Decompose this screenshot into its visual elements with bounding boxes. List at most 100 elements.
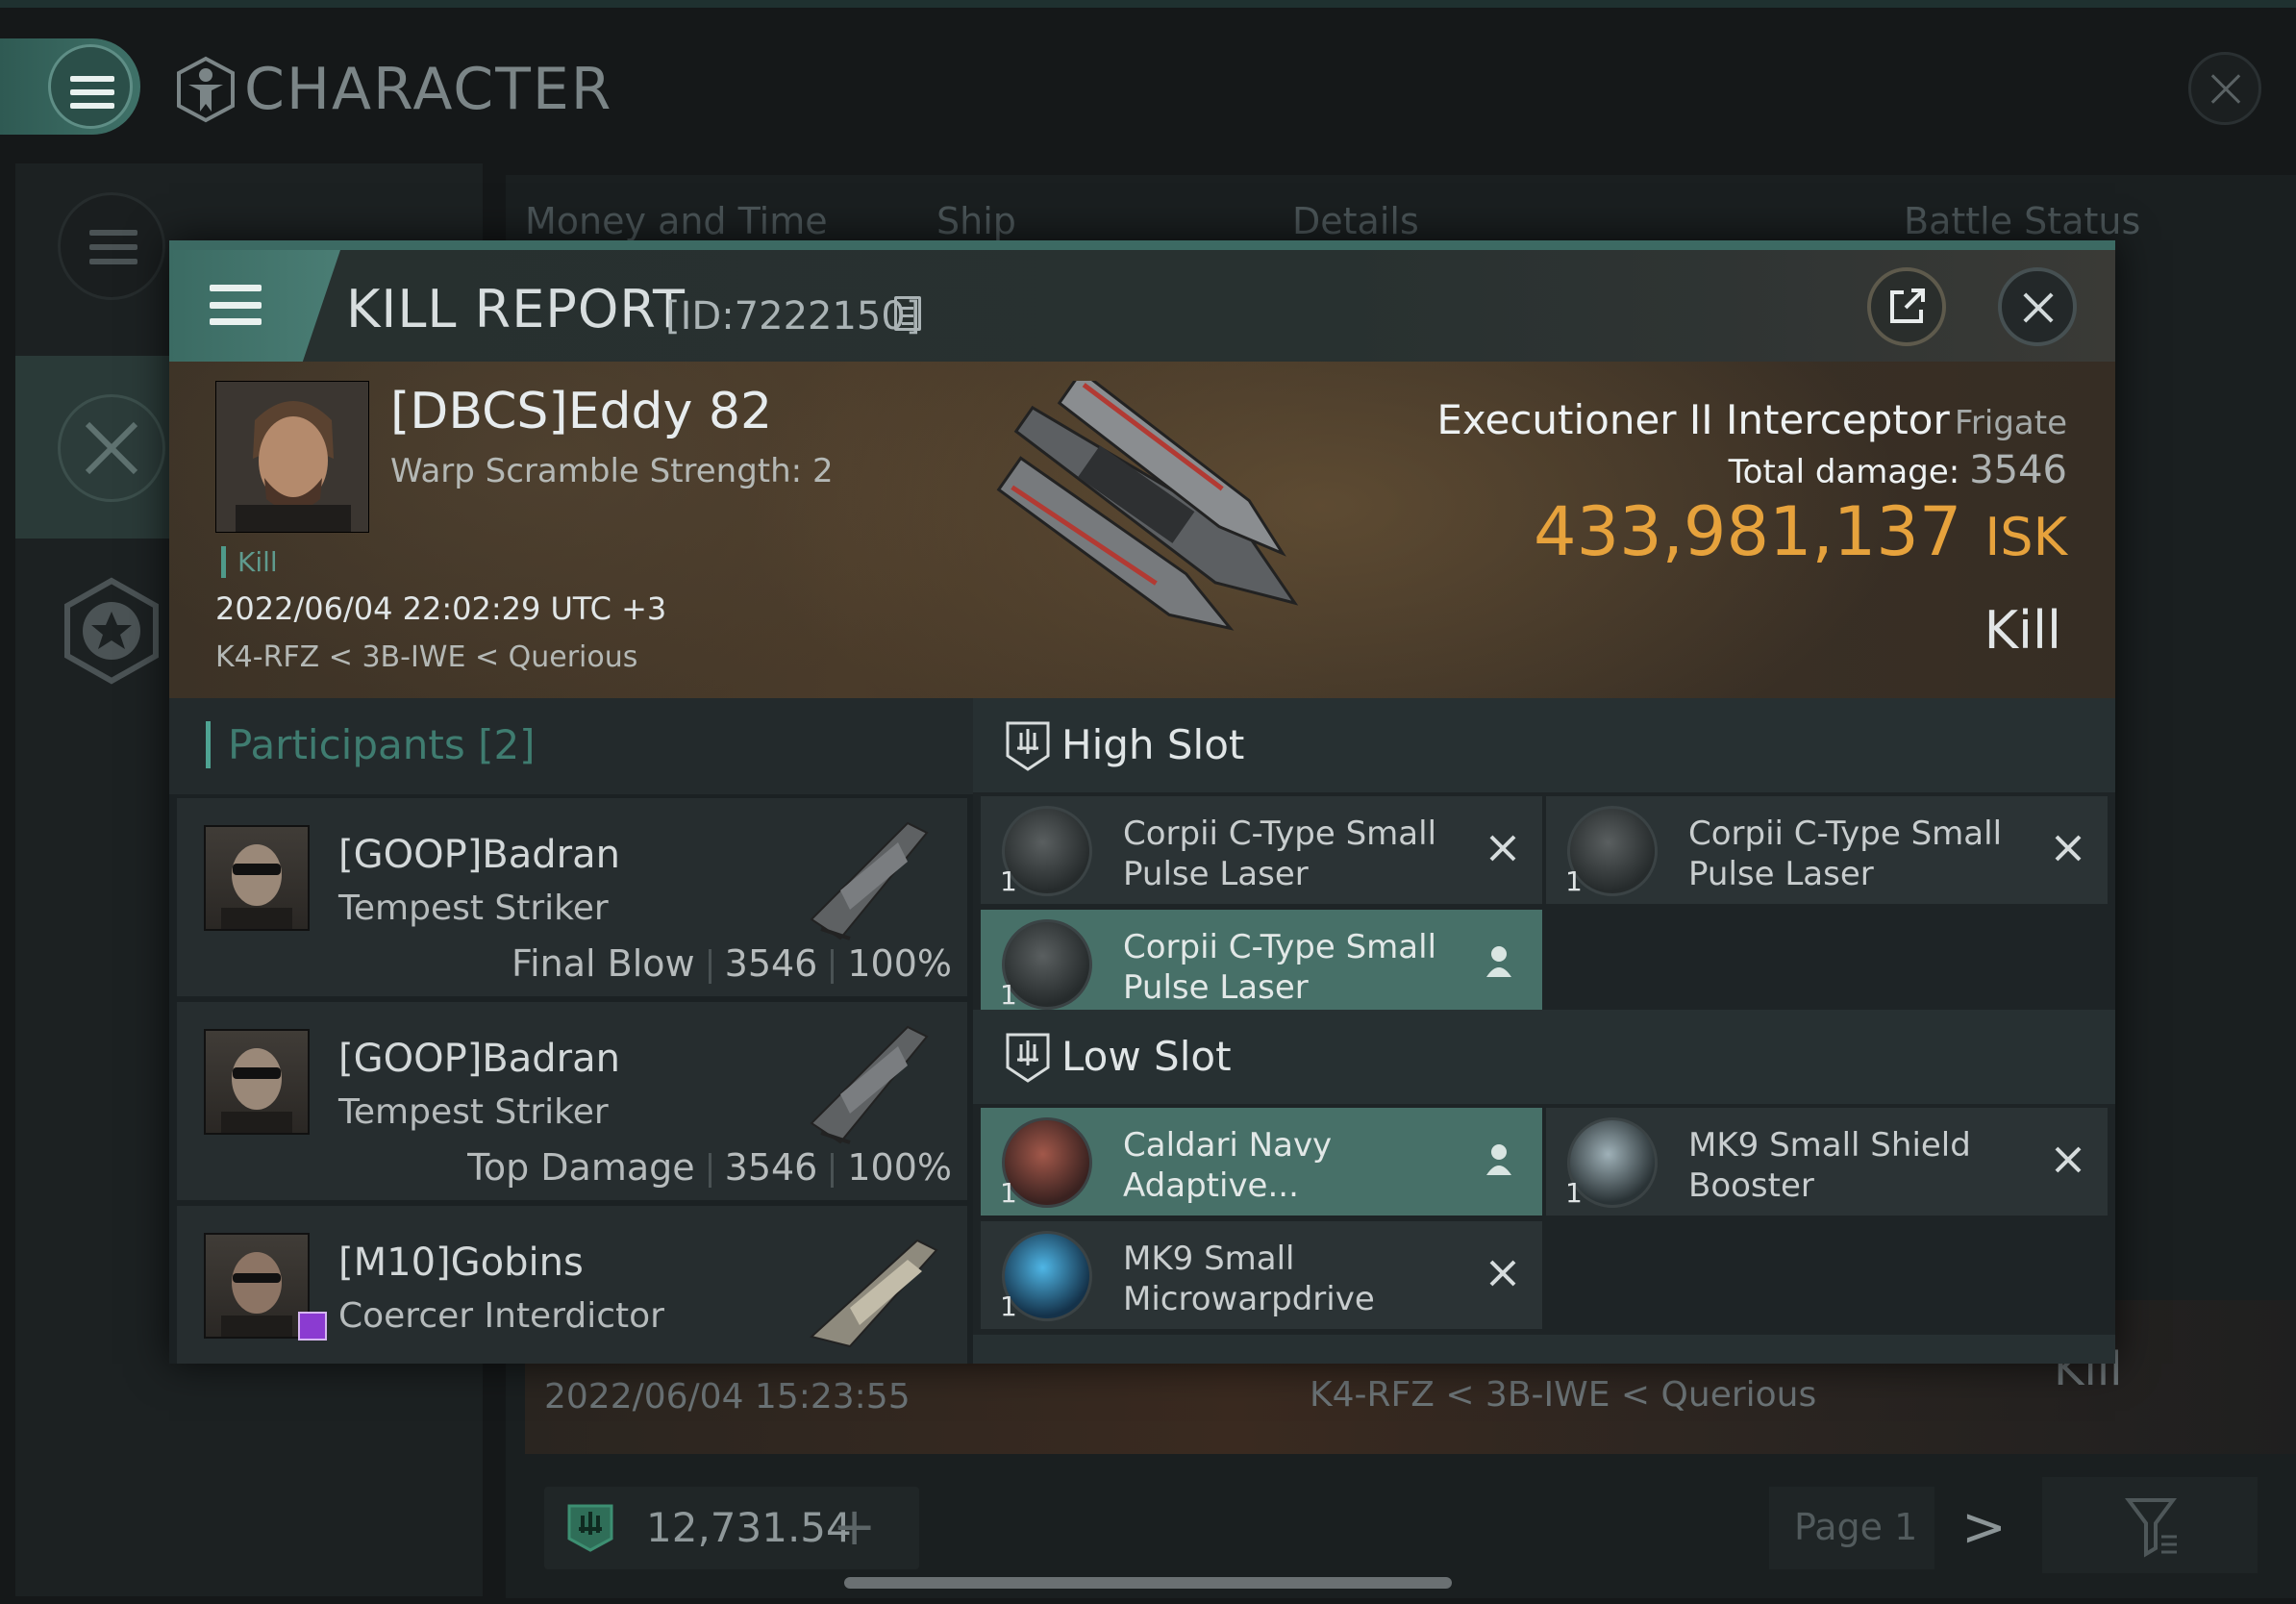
module-name: MK9 Small Microwarpdrive bbox=[1123, 1240, 1375, 1318]
filter-button[interactable] bbox=[2042, 1477, 2258, 1573]
portrait-face-icon bbox=[216, 382, 368, 532]
bg-row-date: 2022/06/04 15:23:55 bbox=[544, 1377, 911, 1416]
module-qty: 1 bbox=[1565, 1177, 1583, 1209]
kill-location[interactable]: K4-RFZ < 3B-IWE < Querious bbox=[215, 640, 637, 674]
participant-damage: 3546 bbox=[724, 942, 818, 985]
page-indicator: Page 1 bbox=[1769, 1487, 1934, 1569]
module-item[interactable]: 1 Corpii C-Type Small Pulse Laser bbox=[1546, 796, 2108, 904]
isk-unit: ISK bbox=[1984, 507, 2067, 567]
top-strip bbox=[0, 0, 2296, 8]
victim-name[interactable]: [DBCS]Eddy 82 bbox=[390, 383, 772, 440]
participants-title: Participants [2] bbox=[206, 721, 536, 768]
participant-row[interactable]: [M10]Gobins Coercer Interdictor bbox=[177, 1206, 967, 1364]
horizontal-scrollbar[interactable] bbox=[844, 1577, 1452, 1589]
modal-menu-button[interactable] bbox=[169, 250, 340, 362]
participant-stats: Top Damage 3546 100% bbox=[467, 1146, 952, 1189]
participants-header: Participants [2] bbox=[169, 698, 973, 794]
modal-title: KILL REPORT bbox=[346, 279, 686, 339]
participant-name[interactable]: [GOOP]Badran bbox=[338, 1037, 620, 1081]
participant-ship-image bbox=[810, 821, 929, 940]
page-label: Page 1 bbox=[1794, 1506, 1918, 1548]
rail-combat-button[interactable] bbox=[58, 394, 165, 502]
share-button[interactable] bbox=[1867, 267, 1946, 346]
col-ship[interactable]: Ship bbox=[936, 200, 1016, 242]
fitting-panel: High Slot 1 Corpii C-Type Small Pulse La… bbox=[973, 698, 2115, 1364]
kill-tag: Kill bbox=[221, 546, 278, 578]
kill-datetime: 2022/06/04 22:02:29 UTC +3 bbox=[215, 590, 667, 627]
victim-ship-image[interactable] bbox=[948, 381, 1352, 669]
participant-row[interactable]: [GOOP]Badran Tempest Striker Top Damage 3… bbox=[177, 1002, 967, 1200]
destroyed-x-icon bbox=[1485, 1256, 1519, 1291]
pilot-face-icon bbox=[221, 1048, 292, 1133]
victim-subtitle: Warp Scramble Strength: 2 bbox=[390, 452, 834, 490]
participants-label: Participants bbox=[228, 721, 465, 768]
module-qty: 1 bbox=[1000, 979, 1017, 1011]
participant-percent: 100% bbox=[847, 1146, 952, 1189]
rail-favorites-button[interactable] bbox=[58, 577, 165, 685]
destroyed-x-icon bbox=[2050, 831, 2084, 865]
participant-name[interactable]: [GOOP]Badran bbox=[338, 833, 620, 877]
close-button[interactable] bbox=[1998, 267, 2077, 346]
participant-ship-image bbox=[809, 1239, 938, 1348]
module-item[interactable]: 1 MK9 Small Microwarpdrive bbox=[981, 1221, 1542, 1329]
module-name: Corpii C-Type Small Pulse Laser bbox=[1123, 815, 1437, 893]
participant-stats: Final Blow 3546 100% bbox=[512, 942, 952, 985]
low-slot-icon bbox=[1006, 1033, 1050, 1083]
participant-ship[interactable]: Tempest Striker bbox=[338, 1092, 609, 1132]
add-balance-button[interactable]: + bbox=[833, 1496, 876, 1557]
modal-header: KILL REPORT [ID:7222150] bbox=[169, 250, 2115, 362]
participant-ship[interactable]: Coercer Interdictor bbox=[338, 1296, 664, 1336]
low-slot-header: Low Slot bbox=[973, 1010, 2115, 1104]
modal-topline bbox=[169, 240, 2115, 250]
report-id: [ID:7222150] bbox=[665, 294, 921, 338]
col-battle-status[interactable]: Battle Status bbox=[1904, 200, 2140, 242]
crossed-swords-icon bbox=[85, 421, 138, 475]
participant-avatar bbox=[204, 1233, 327, 1341]
dropped-person-icon bbox=[1486, 1144, 1511, 1175]
module-name: Caldari Navy Adaptive... bbox=[1123, 1126, 1333, 1205]
module-name: MK9 Small Shield Booster bbox=[1688, 1126, 1971, 1205]
participant-name[interactable]: [M10]Gobins bbox=[338, 1241, 584, 1285]
dropped-person-icon bbox=[1486, 946, 1511, 977]
victim-ship-class: Frigate bbox=[1954, 404, 2067, 442]
victim-panel: [DBCS]Eddy 82 Warp Scramble Strength: 2 … bbox=[169, 362, 2115, 698]
star-badge-icon bbox=[64, 577, 159, 685]
participant-avatar bbox=[204, 1029, 310, 1135]
isk-wallet-icon bbox=[567, 1504, 613, 1552]
total-damage-value: 3546 bbox=[1969, 448, 2067, 492]
high-slot-header: High Slot bbox=[973, 698, 2115, 792]
next-page-button[interactable]: > bbox=[1961, 1496, 2007, 1559]
col-money-time[interactable]: Money and Time bbox=[525, 200, 828, 242]
battle-result: Kill bbox=[1984, 600, 2061, 661]
destroyed-x-icon bbox=[2050, 1142, 2084, 1177]
module-qty: 1 bbox=[1000, 1177, 1017, 1209]
module-item[interactable]: 1 Corpii C-Type Small Pulse Laser bbox=[981, 910, 1542, 1017]
module-item[interactable]: 1 Caldari Navy Adaptive... bbox=[981, 1108, 1542, 1216]
participant-ship-image bbox=[810, 1025, 929, 1144]
app-close-button[interactable] bbox=[2188, 52, 2261, 125]
module-qty: 1 bbox=[1565, 865, 1583, 897]
high-slot-icon bbox=[1006, 721, 1050, 771]
victim-ship-name[interactable]: Executioner II Interceptor bbox=[1436, 396, 1949, 443]
list-icon bbox=[89, 230, 137, 264]
module-item[interactable]: 1 MK9 Small Shield Booster bbox=[1546, 1108, 2108, 1216]
copy-icon[interactable] bbox=[894, 296, 921, 331]
module-qty: 1 bbox=[1000, 1291, 1017, 1322]
pilot-face-icon bbox=[221, 1252, 292, 1337]
participants-count: [2] bbox=[478, 721, 536, 768]
external-link-icon bbox=[1890, 288, 1925, 323]
victim-portrait[interactable] bbox=[215, 381, 369, 533]
total-damage: Total damage: 3546 bbox=[1729, 448, 2067, 492]
isk-value: 433,981,137 ISK bbox=[1534, 492, 2067, 571]
balance-box: 12,731.54 + bbox=[544, 1487, 919, 1569]
col-details[interactable]: Details bbox=[1292, 200, 1419, 242]
hamburger-icon bbox=[210, 285, 262, 325]
rail-list-button[interactable] bbox=[58, 192, 165, 300]
balance-value: 12,731.54 bbox=[646, 1504, 852, 1551]
pilot-face-icon bbox=[221, 844, 292, 929]
main-menu-button[interactable] bbox=[0, 38, 140, 135]
participant-row[interactable]: [GOOP]Badran Tempest Striker Final Blow 3… bbox=[177, 798, 967, 996]
isk-amount: 433,981,137 bbox=[1534, 492, 1962, 571]
module-item[interactable]: 1 Corpii C-Type Small Pulse Laser bbox=[981, 796, 1542, 904]
participant-ship[interactable]: Tempest Striker bbox=[338, 889, 609, 928]
